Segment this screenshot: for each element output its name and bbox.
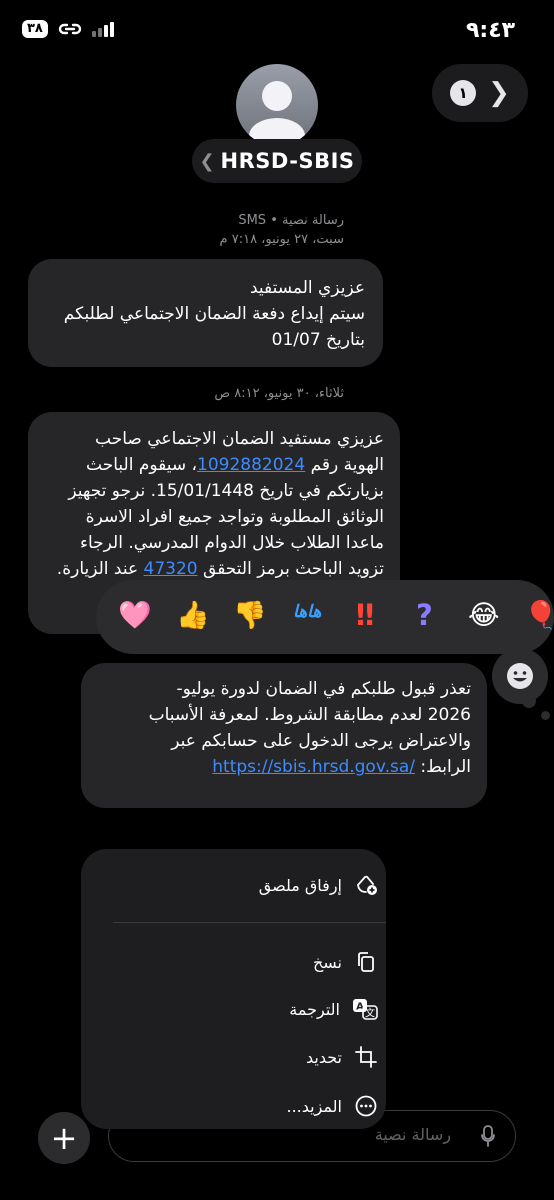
status-time: ٩:٤٣ <box>466 18 516 43</box>
chevron-left-icon: ❮ <box>199 150 215 172</box>
thumbs-down-reaction[interactable]: 👎 <box>233 598 267 634</box>
unread-count-badge: ١ <box>450 80 477 106</box>
menu-item-more[interactable]: المزيد... <box>286 1094 378 1118</box>
menu-label-select: تحديد <box>305 1047 342 1067</box>
ellipsis-circle-icon <box>355 1095 377 1117</box>
menu-label-attach-sticker: إرفاق ملصق <box>258 875 342 895</box>
message-input-placeholder: رسالة نصية <box>374 1125 451 1144</box>
menu-label-more: المزيد... <box>286 1096 342 1116</box>
verification-code-link[interactable]: 47320 <box>144 559 198 579</box>
contact-name: HRSD-SBIS <box>220 149 355 173</box>
heart-reaction[interactable]: 🩷 <box>118 598 152 634</box>
message-line: الهوية رقم 1092882024، سيقوم الباحث <box>86 455 384 475</box>
message-line: الوثائق المطلوبة وتواجد جميع افراد الاسر… <box>85 507 384 527</box>
message-line: عزيزي المستفيد <box>249 278 365 298</box>
menu-label-translate: الترجمة <box>289 999 340 1019</box>
message-type-label: رسالة نصية • SMS <box>238 213 344 228</box>
menu-label-copy: نسخ <box>312 952 342 972</box>
message-line: بتاريخ 01/07 <box>271 330 365 350</box>
message-line: تعذر قبول طلبكم في الضمان لدورة يوليو- <box>176 679 471 699</box>
tapback-bar: 🩷 👍 👎 هاها ‼ ? 😂 🎈 <box>96 580 554 654</box>
microphone-icon[interactable] <box>481 1125 495 1147</box>
next-conversation-button[interactable]: ١ ❯ <box>432 64 528 122</box>
message-line: تزويد الباحث برمز التحقق 47320 عند الزيا… <box>56 559 384 579</box>
contact-name-pill[interactable]: ❮ HRSD-SBIS <box>192 139 362 183</box>
message-line: ماعدا الطلاب خلال الدوام المدرسي. الرجاء <box>79 533 384 553</box>
message-line: عزيزي مستفيد الضمان الاجتماعي صاحب <box>95 429 384 449</box>
person-silhouette-icon <box>249 81 305 146</box>
menu-item-attach-sticker[interactable]: إرفاق ملصق <box>259 873 378 897</box>
haha-reaction[interactable]: هاها <box>293 602 321 622</box>
copy-icon <box>358 952 374 972</box>
svg-text:文: 文 <box>365 1007 375 1020</box>
question-reaction[interactable]: ? <box>416 598 433 632</box>
crop-icon <box>355 1046 377 1068</box>
thumbs-up-reaction[interactable]: 👍 <box>176 598 210 634</box>
sbis-url-link[interactable]: https://sbis.hrsd.gov.sa/ <box>212 757 415 777</box>
message-bubble-3[interactable]: تعذر قبول طلبكم في الضمان لدورة يوليو- 2… <box>81 663 487 808</box>
timestamp-1: سبت، ٢٧ يونيو، ٧:١٨ م <box>219 232 344 247</box>
context-menu: إرفاق ملصق نسخ A 文 الترجمة تحديد المزيد.… <box>81 849 386 1129</box>
menu-item-translate[interactable]: A 文 الترجمة <box>289 997 378 1021</box>
menu-item-copy[interactable]: نسخ <box>313 950 378 974</box>
add-attachment-button[interactable]: + <box>38 1112 90 1164</box>
timestamp-2: ثلاثاء، ٣٠ يونيو، ٨:١٢ ص <box>214 386 344 401</box>
message-line: الرابط: https://sbis.hrsd.gov.sa/ <box>212 757 471 777</box>
add-sticker-button[interactable] <box>492 648 548 704</box>
balloon-reaction[interactable]: 🎈 <box>524 598 554 634</box>
message-line: بزيارتكم في تاريخ 15/01/1448. نرجو تجهيز <box>68 481 384 501</box>
personal-hotspot-icon <box>58 23 82 35</box>
chevron-right-icon: ❯ <box>488 78 510 108</box>
status-icons: ٣٨ <box>22 20 114 38</box>
message-line: والاعتراض يرجى الدخول على حسابكم عبر <box>171 731 471 751</box>
emphasize-reaction[interactable]: ‼ <box>356 598 374 632</box>
contact-avatar[interactable] <box>236 64 318 146</box>
menu-item-select[interactable]: تحديد <box>306 1045 378 1069</box>
smiley-icon <box>507 663 533 689</box>
message-bubble-1[interactable]: عزيزي المستفيد سيتم إيداع دفعة الضمان ال… <box>28 259 383 367</box>
message-line: 2026 لعدم مطابقة الشروط. لمعرفة الأسباب <box>148 705 471 725</box>
battery-indicator: ٣٨ <box>22 20 48 38</box>
sticker-add-icon <box>357 875 377 895</box>
cellular-signal-icon <box>91 21 114 37</box>
tapback-tail-dot <box>541 711 550 720</box>
laugh-reaction[interactable]: 😂 <box>468 598 500 634</box>
message-line: سيتم إيداع دفعة الضمان الاجتماعي لطلبكم <box>63 304 365 324</box>
id-number-link[interactable]: 1092882024 <box>197 455 305 475</box>
menu-separator <box>113 922 386 923</box>
translate-icon: A 文 <box>353 999 378 1020</box>
